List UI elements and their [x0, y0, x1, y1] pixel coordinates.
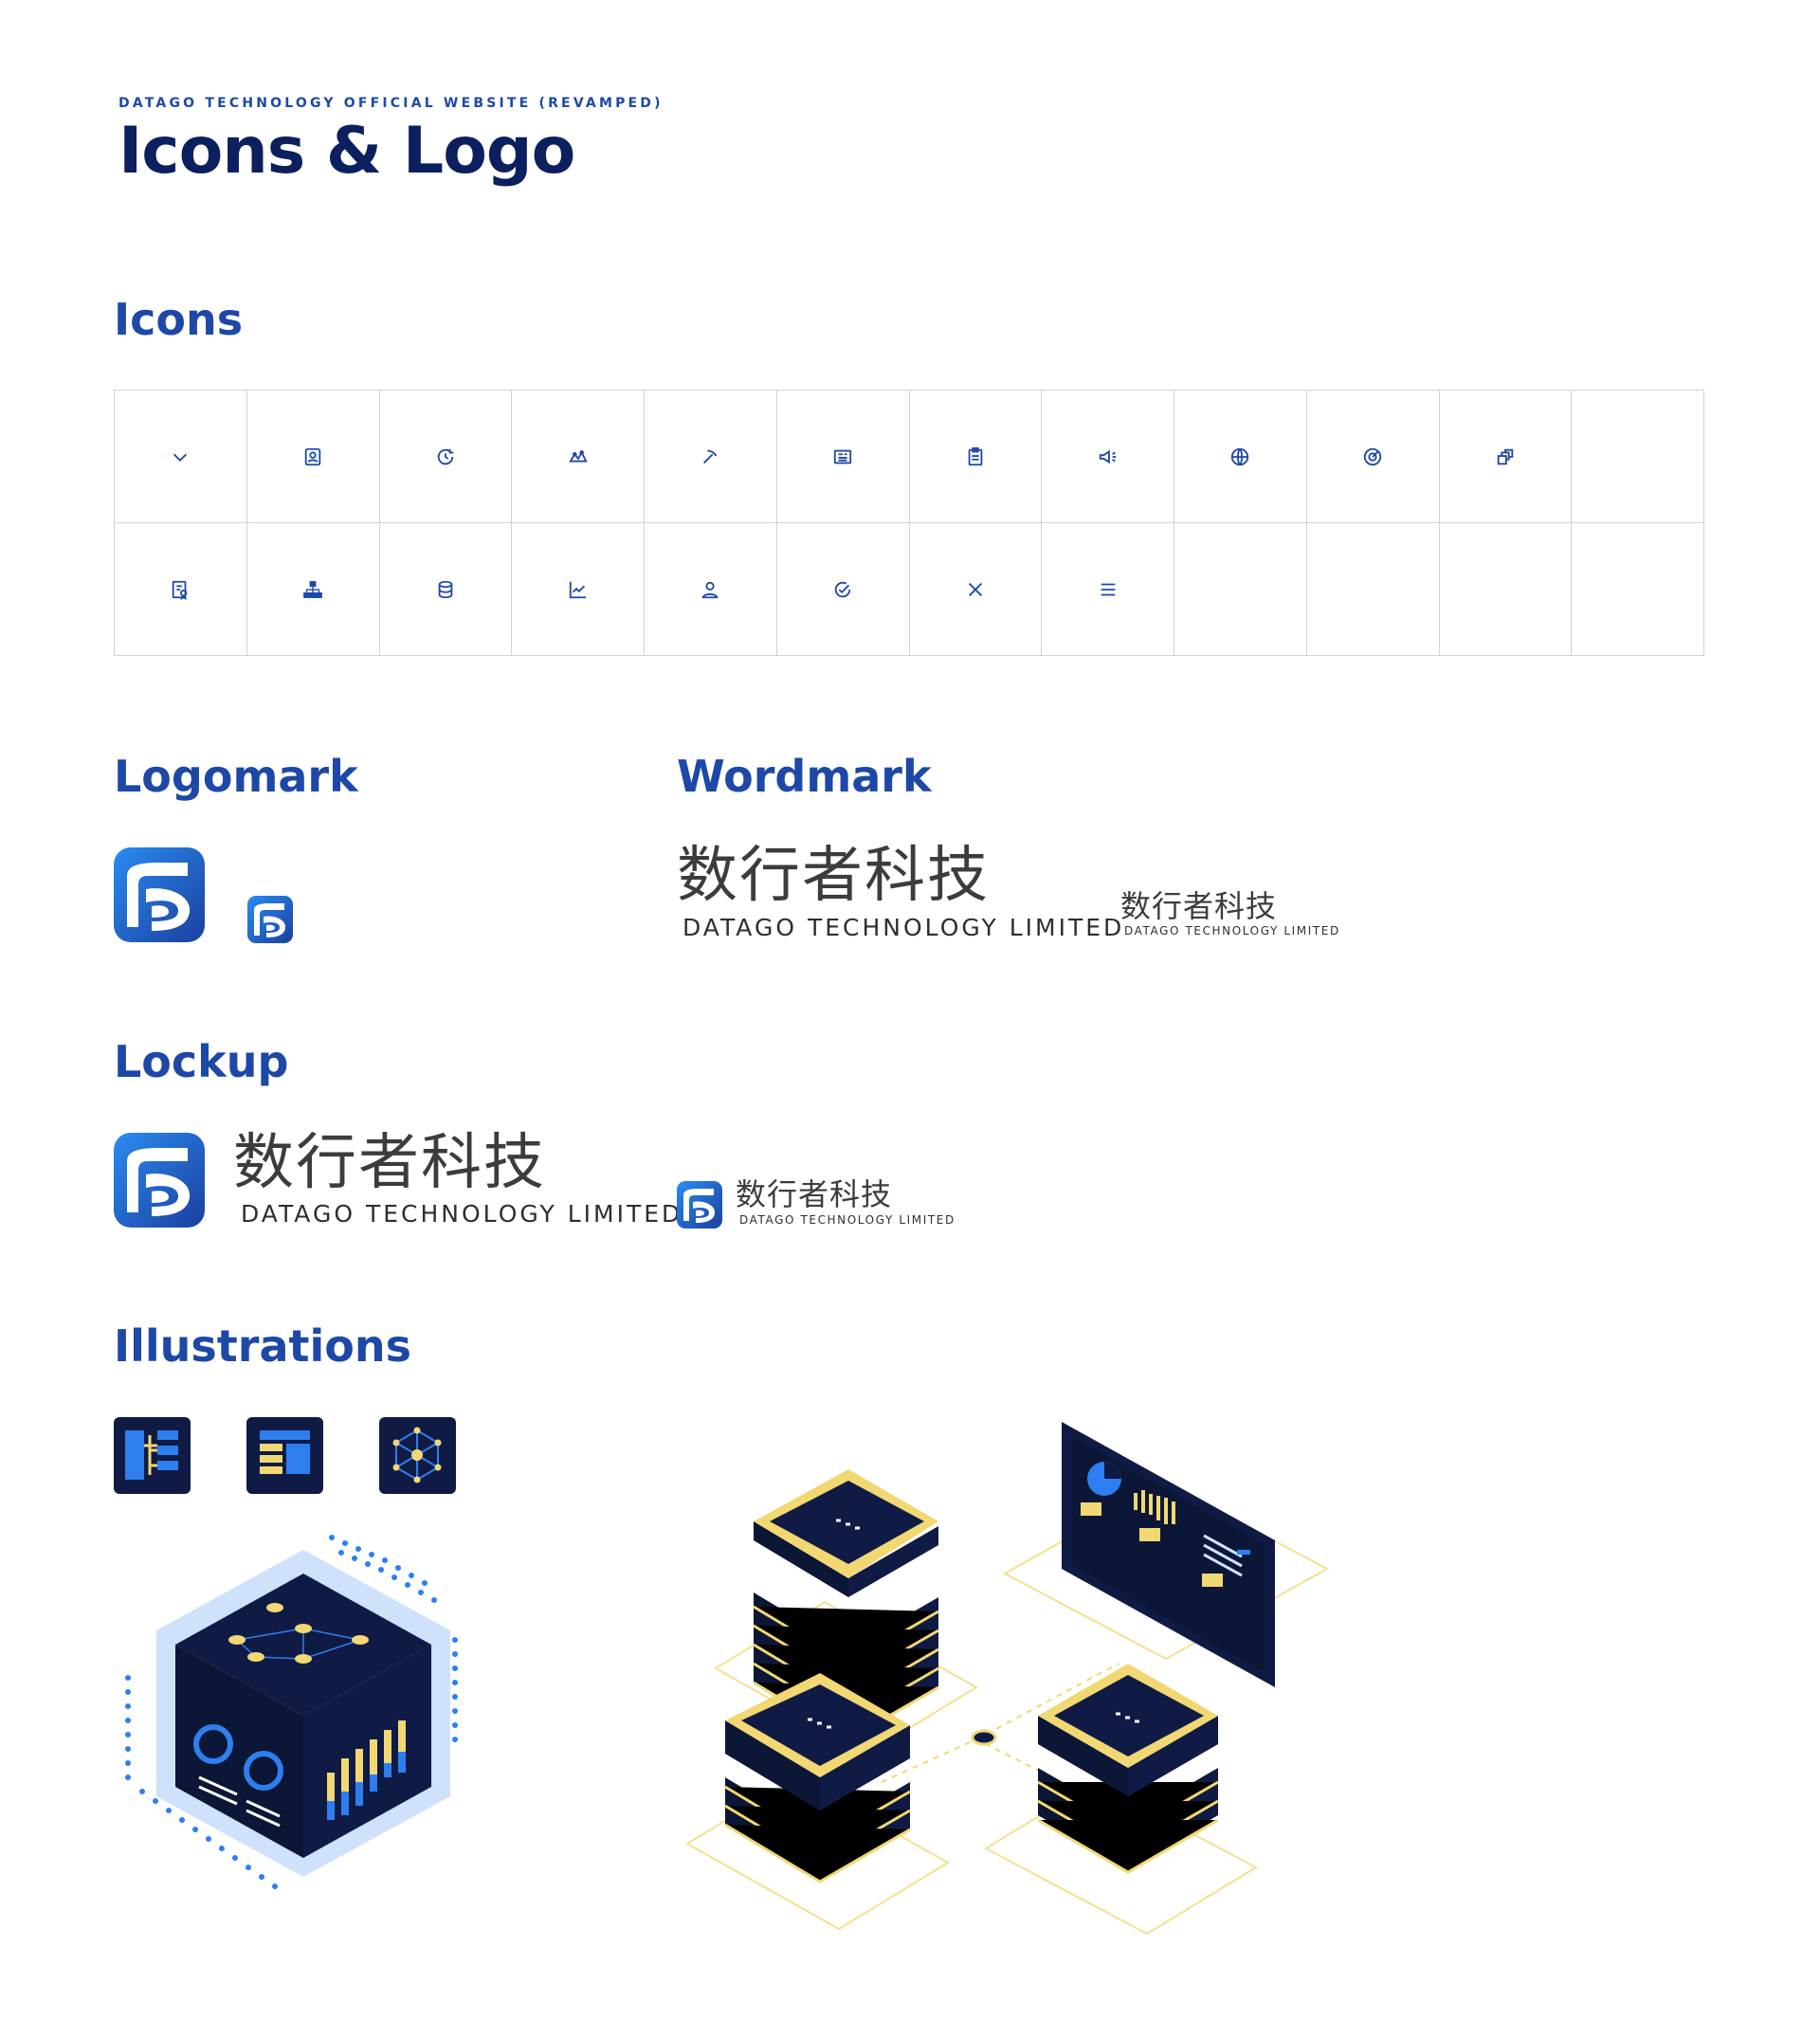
icon-cell-empty: [1572, 523, 1704, 656]
clipboard-icon[interactable]: [965, 446, 986, 467]
icon-cell: [645, 391, 777, 523]
icon-cell: [1174, 391, 1307, 523]
id-badge-icon[interactable]: [302, 446, 323, 467]
icon-cell: [909, 391, 1043, 523]
illustrations-heading: Illustrations: [114, 1320, 411, 1372]
icon-cell: [379, 391, 513, 523]
database-icon[interactable]: [435, 579, 456, 600]
org-chart-icon[interactable]: [302, 579, 323, 600]
icon-cell: [246, 391, 380, 523]
icon-cell: [115, 391, 247, 523]
monitor-dashboard: [1062, 1422, 1275, 1687]
data-cube-illustration: [125, 1535, 458, 1889]
line-chart-icon[interactable]: [568, 579, 589, 600]
icon-cell: [379, 523, 513, 656]
refresh-icon[interactable]: [435, 446, 456, 467]
newspaper-icon[interactable]: [832, 446, 853, 467]
lockup-small-cn: 数行者科技: [736, 1176, 893, 1212]
icon-cell-empty: [1439, 523, 1573, 656]
icon-cell: [776, 391, 910, 523]
icon-cell-empty: [1174, 523, 1307, 656]
logomark-small: [247, 896, 293, 943]
layout-tree-illustration: [114, 1417, 191, 1494]
icon-cell: [1042, 523, 1174, 656]
icon-cell: [512, 391, 645, 523]
icon-cell: [909, 523, 1043, 656]
lockup-small-logomark: [677, 1181, 722, 1228]
wordmark-small-en: DATAGO TECHNOLOGY LIMITED: [1124, 924, 1340, 937]
check-badge-icon[interactable]: [832, 579, 853, 600]
pickaxe-icon[interactable]: [700, 446, 720, 467]
lockup-large-cn: 数行者科技: [233, 1128, 546, 1198]
icon-cell-empty: [1306, 523, 1440, 656]
lockup-large-logomark: [114, 1133, 205, 1228]
lockup-large-en: DATAGO TECHNOLOGY LIMITED: [241, 1200, 683, 1228]
wordmark-heading: Wordmark: [677, 751, 932, 802]
wordmark-large-en: DATAGO TECHNOLOGY LIMITED: [682, 914, 1125, 941]
page-title: Icons & Logo: [118, 114, 575, 189]
megaphone-icon[interactable]: [1098, 446, 1119, 467]
target-icon[interactable]: [1362, 446, 1383, 467]
icon-cell: [1439, 391, 1573, 523]
icon-cell: [1042, 391, 1174, 523]
servers-network-illustration: [685, 1422, 1330, 1936]
chevron-down-icon[interactable]: [170, 446, 191, 467]
icons-heading: Icons: [114, 294, 244, 345]
menu-icon[interactable]: [1098, 579, 1119, 600]
lockup-heading: Lockup: [114, 1036, 289, 1087]
icon-grid: [114, 390, 1704, 656]
wordmark-small-cn: 数行者科技: [1120, 888, 1278, 924]
icon-cell-empty: [1572, 391, 1704, 523]
certificate-icon[interactable]: [170, 579, 191, 600]
layers-icon[interactable]: [1495, 446, 1516, 467]
network-hex-illustration: [379, 1417, 456, 1494]
layout-grid-illustration: [246, 1417, 323, 1494]
logomark-heading: Logomark: [114, 751, 358, 802]
icon-cell: [645, 523, 777, 656]
server-stack-bottom-right: [1037, 1664, 1219, 1874]
page-eyebrow: DATAGO TECHNOLOGY OFFICIAL WEBSITE (REVA…: [118, 96, 664, 111]
cloud-network-icon[interactable]: [568, 446, 589, 467]
user-icon[interactable]: [700, 579, 720, 600]
icon-cell: [512, 523, 645, 656]
close-icon[interactable]: [965, 579, 986, 600]
lockup-small-en: DATAGO TECHNOLOGY LIMITED: [739, 1213, 956, 1227]
icon-cell: [115, 523, 247, 656]
wordmark-large-cn: 数行者科技: [677, 841, 990, 911]
icon-cell: [776, 523, 910, 656]
icon-cell: [1306, 391, 1440, 523]
icon-cell: [246, 523, 380, 656]
logomark-large: [114, 847, 205, 942]
globe-icon[interactable]: [1229, 446, 1250, 467]
